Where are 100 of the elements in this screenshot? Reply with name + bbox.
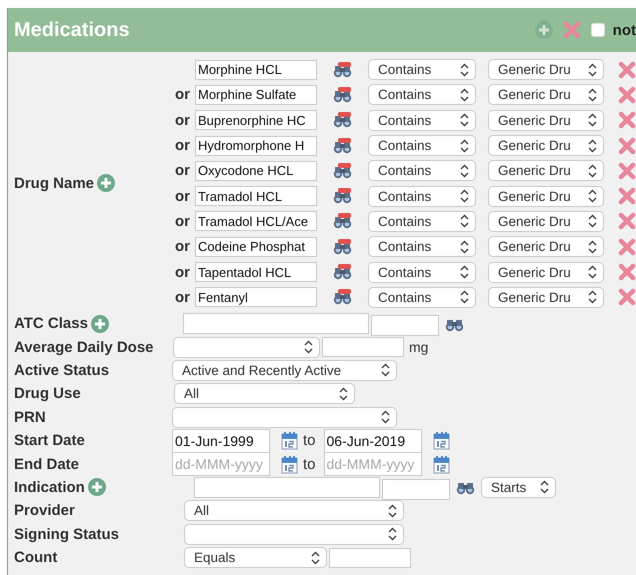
drug-input[interactable]: Tramadol HCL/Ace — [195, 211, 317, 232]
option-select[interactable] — [172, 406, 397, 428]
binoculars-icon[interactable] — [333, 111, 352, 130]
updown-icon — [588, 88, 597, 102]
match-select[interactable]: Contains — [368, 59, 476, 80]
operator-select[interactable] — [173, 336, 320, 358]
panel-title: Medications — [14, 18, 130, 42]
drug-input[interactable]: Tramadol HCL — [195, 186, 317, 206]
binoculars-icon[interactable] — [333, 212, 352, 230]
drug-input[interactable]: Morphine Sulfate — [195, 84, 317, 105]
option-select[interactable]: All — [184, 500, 404, 522]
match-select[interactable]: Contains — [368, 236, 476, 258]
field-select[interactable]: Generic Dru — [488, 262, 604, 283]
remove-icon[interactable] — [618, 111, 636, 130]
add-icon[interactable] — [97, 174, 116, 192]
remove-icon[interactable] — [618, 86, 636, 104]
match-select[interactable]: Contains — [368, 262, 476, 283]
field-label: Average Daily Dose — [14, 338, 154, 356]
binoculars-icon[interactable] — [333, 238, 352, 256]
add-icon[interactable] — [90, 314, 109, 333]
date-input[interactable]: 06-Jun-2019 — [324, 428, 422, 453]
match-select[interactable]: Starts — [481, 476, 556, 498]
code-input[interactable] — [371, 315, 439, 336]
remove-icon[interactable] — [618, 60, 636, 79]
binoculars-icon[interactable] — [333, 60, 352, 79]
date-input[interactable]: dd-MMM-yyyy — [324, 452, 422, 476]
drug-input[interactable]: Tapentadol HCL — [195, 262, 317, 282]
not-label: not — [612, 22, 636, 38]
code-input[interactable] — [382, 478, 450, 500]
to-label: to — [303, 432, 316, 450]
updown-icon — [460, 214, 469, 228]
lookup-input[interactable] — [194, 476, 380, 498]
updown-icon — [460, 189, 469, 204]
add-icon[interactable] — [534, 21, 553, 39]
binoculars-icon[interactable] — [333, 136, 352, 155]
value-input[interactable] — [322, 337, 404, 358]
field-select[interactable]: Generic Dru — [488, 59, 604, 80]
or-label: or — [174, 288, 191, 306]
field-select[interactable]: Generic Dru — [488, 286, 604, 308]
binoculars-icon[interactable] — [333, 162, 352, 180]
binoculars-icon[interactable] — [333, 263, 352, 282]
field-select[interactable]: Generic Dru — [488, 110, 604, 131]
updown-icon — [588, 164, 597, 178]
remove-icon[interactable] — [618, 187, 636, 206]
add-icon[interactable] — [88, 478, 106, 496]
unit-label: mg — [409, 339, 428, 356]
not-checkbox[interactable] — [590, 23, 605, 37]
remove-icon[interactable] — [618, 136, 636, 155]
field-label: Provider — [14, 502, 75, 520]
match-select[interactable]: Contains — [368, 160, 476, 182]
date-input[interactable]: dd-MMM-yyyy — [172, 452, 270, 476]
field-select[interactable]: Generic Dru — [488, 236, 604, 258]
field-select[interactable]: Generic Dru — [488, 186, 604, 207]
drug-input[interactable]: Hydromorphone H — [195, 136, 317, 156]
remove-icon[interactable] — [618, 263, 636, 282]
lookup-input[interactable] — [183, 313, 369, 334]
option-select[interactable]: All — [174, 383, 355, 404]
calendar-icon[interactable] — [281, 454, 298, 474]
field-label: PRN — [14, 408, 46, 426]
updown-icon — [311, 550, 320, 565]
remove-icon[interactable] — [618, 238, 636, 256]
updown-icon — [381, 410, 390, 424]
match-select[interactable]: Contains — [368, 210, 476, 232]
match-select[interactable]: Contains — [368, 135, 476, 156]
remove-icon[interactable] — [618, 288, 636, 306]
updown-icon — [588, 240, 597, 254]
or-label: or — [174, 162, 191, 180]
field-select[interactable]: Generic Dru — [488, 210, 604, 232]
binoculars-icon[interactable] — [333, 86, 352, 104]
remove-icon[interactable] — [618, 162, 636, 180]
operator-select[interactable]: Equals — [184, 547, 327, 568]
match-select[interactable]: Contains — [368, 286, 476, 308]
match-select[interactable]: Contains — [368, 186, 476, 207]
option-select[interactable] — [184, 524, 404, 545]
calendar-icon[interactable] — [432, 431, 450, 450]
updown-icon — [388, 504, 397, 518]
remove-icon[interactable] — [618, 212, 636, 230]
drug-input[interactable]: Morphine HCL — [195, 60, 317, 80]
match-select[interactable]: Contains — [368, 84, 476, 106]
value-input[interactable] — [329, 548, 411, 568]
date-input[interactable]: 01-Jun-1999 — [172, 428, 270, 453]
or-label: or — [174, 137, 191, 154]
calendar-icon[interactable] — [281, 431, 298, 450]
remove-icon[interactable] — [562, 21, 581, 39]
binoculars-icon[interactable] — [333, 288, 352, 306]
field-label: Drug Use — [14, 385, 81, 402]
field-select[interactable]: Generic Dru — [488, 135, 604, 156]
binoculars-icon[interactable] — [333, 187, 352, 206]
match-select[interactable]: Contains — [368, 110, 476, 131]
updown-icon — [588, 214, 597, 228]
calendar-icon[interactable] — [432, 454, 450, 474]
updown-icon — [388, 527, 397, 542]
option-select[interactable]: Active and Recently Active — [172, 360, 397, 381]
drug-input[interactable]: Fentanyl — [195, 287, 317, 308]
drug-input[interactable]: Oxycodone HCL — [195, 160, 317, 181]
updown-icon — [460, 240, 469, 254]
drug-input[interactable]: Buprenorphine HC — [195, 110, 317, 130]
drug-input[interactable]: Codeine Phosphat — [195, 236, 317, 257]
field-select[interactable]: Generic Dru — [488, 84, 604, 106]
field-select[interactable]: Generic Dru — [488, 160, 604, 182]
